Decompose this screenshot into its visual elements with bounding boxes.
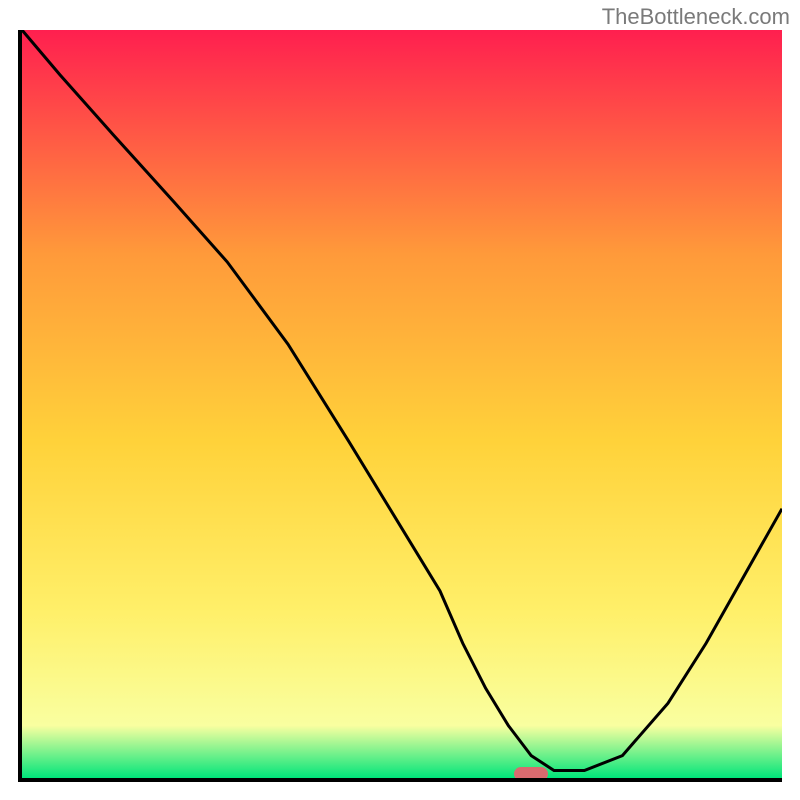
bottleneck-curve-path [22,30,782,771]
watermark-text: TheBottleneck.com [602,4,790,30]
chart-container: TheBottleneck.com [0,0,800,800]
curve-layer [22,30,782,778]
plot-area [18,30,782,782]
optimal-marker [514,767,548,781]
